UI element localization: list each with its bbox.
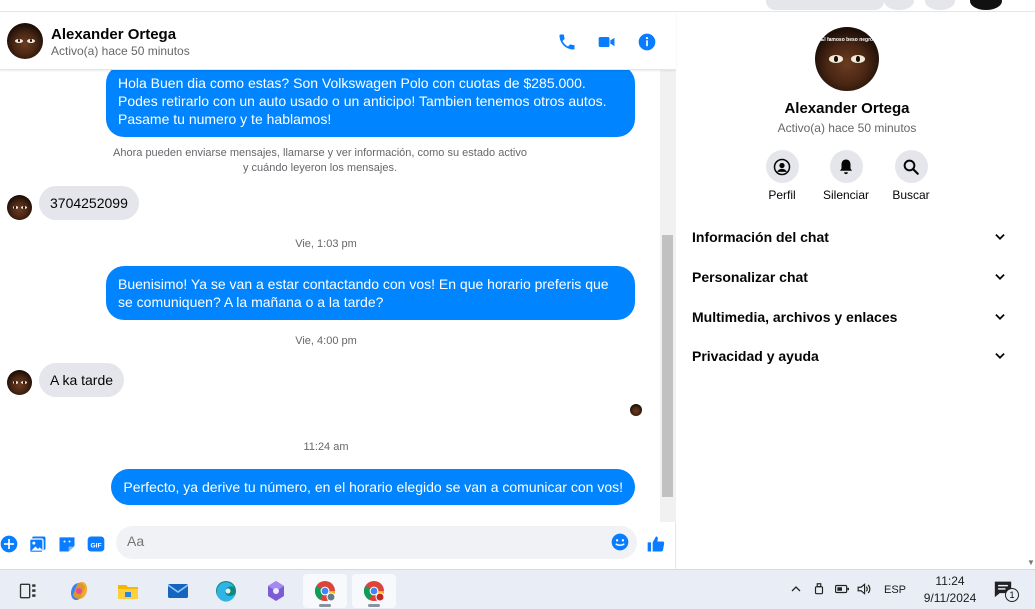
profile-action[interactable]: Perfil — [752, 150, 812, 202]
contact-avatar[interactable] — [7, 23, 43, 59]
search-bar-edge[interactable] — [766, 0, 884, 10]
mute-label: Silenciar — [822, 188, 870, 202]
chrome-profile-1-icon[interactable] — [303, 574, 347, 608]
section-privacy-help[interactable]: Privacidad y ayuda — [692, 345, 1007, 367]
video-call-icon[interactable] — [597, 32, 617, 52]
notification-center-icon[interactable]: 1 — [993, 580, 1019, 602]
chevron-down-icon — [993, 230, 1007, 249]
volume-icon[interactable] — [856, 582, 872, 599]
section-chat-info[interactable]: Información del chat — [692, 226, 1007, 248]
outgoing-message[interactable]: Buenisimo! Ya se van a estar contactando… — [106, 266, 635, 320]
chrome-profile-2-icon[interactable] — [352, 574, 396, 608]
show-hidden-icons-chevron-icon[interactable] — [790, 582, 802, 598]
chevron-down-icon — [993, 349, 1007, 368]
teams-app-icon[interactable] — [254, 574, 298, 608]
search-action[interactable]: Buscar — [881, 150, 941, 202]
timestamp: Vie, 1:03 pm — [295, 238, 357, 250]
section-title: Privacidad y ayuda — [692, 348, 819, 364]
timestamp: 11:24 am — [303, 441, 349, 453]
messenger-button-edge[interactable] — [925, 0, 955, 10]
message-input[interactable] — [127, 533, 597, 549]
scroll-down-arrow-icon[interactable]: ▼ — [1027, 558, 1035, 567]
search-label: Buscar — [892, 188, 930, 202]
contact-avatar-small[interactable] — [7, 370, 32, 395]
profile-icon[interactable] — [765, 150, 799, 183]
chevron-down-icon — [993, 270, 1007, 289]
chat-panel: Alexander Ortega Activo(a) hace 50 minut… — [0, 12, 676, 569]
message-input-box[interactable] — [116, 526, 637, 559]
outgoing-message[interactable]: Perfecto, ya derive tu número, en el hor… — [111, 469, 635, 505]
clock-date: 9/11/2024 — [923, 591, 977, 605]
page-top-strip — [0, 0, 1035, 12]
page-scrollbar[interactable]: ▼ — [1027, 12, 1035, 569]
copilot-icon[interactable] — [57, 574, 101, 608]
system-tray: ESP — [790, 570, 906, 609]
message-list[interactable]: Hola Buen dia como estas? Son Volkswagen… — [0, 70, 660, 522]
profile-label: Perfil — [768, 188, 796, 202]
photo-icon[interactable] — [28, 534, 48, 554]
edge-browser-icon[interactable] — [204, 574, 248, 608]
mute-action[interactable]: Silenciar — [816, 150, 876, 202]
info-contact-status: Activo(a) hace 50 minutos — [777, 121, 917, 135]
section-title: Personalizar chat — [692, 269, 808, 285]
contact-avatar-large[interactable]: El famoso beso negro — [815, 27, 879, 91]
message-scrollbar[interactable] — [660, 70, 676, 522]
contact-status: Activo(a) hace 50 minutos — [51, 44, 190, 58]
language-indicator[interactable]: ESP — [884, 584, 906, 596]
system-notice-line2: y cuándo leyeron los mensajes. — [242, 162, 398, 174]
windows-taskbar: ESP 11:24 9/11/2024 1 — [0, 569, 1035, 609]
clock-time: 11:24 — [935, 574, 965, 588]
scrollbar-thumb[interactable] — [662, 235, 673, 497]
chevron-down-icon — [993, 310, 1007, 329]
phone-icon[interactable] — [557, 32, 577, 52]
chat-header: Alexander Ortega Activo(a) hace 50 minut… — [0, 12, 676, 70]
battery-icon[interactable] — [834, 582, 850, 599]
incoming-message[interactable]: A ka tarde — [39, 363, 125, 397]
menu-button-edge[interactable] — [884, 0, 914, 10]
usb-device-icon[interactable] — [812, 582, 826, 599]
active-app-indicator — [368, 604, 380, 607]
system-clock[interactable]: 11:24 9/11/2024 — [915, 573, 985, 607]
outgoing-message[interactable]: Hola Buen dia como estas? Son Volkswagen… — [106, 70, 635, 137]
notification-badge: 1 — [1005, 588, 1019, 602]
section-title: Multimedia, archivos y enlaces — [692, 309, 898, 325]
search-icon[interactable] — [894, 150, 928, 183]
chat-info-panel: El famoso beso negro Alexander Ortega Ac… — [677, 12, 1027, 569]
active-app-indicator — [319, 604, 331, 607]
info-icon[interactable] — [637, 32, 657, 52]
gif-icon[interactable]: GIF — [86, 534, 106, 554]
system-notice-line1: Ahora pueden enviarse mensajes, llamarse… — [113, 147, 527, 159]
plus-icon[interactable] — [0, 534, 19, 554]
mail-icon[interactable] — [156, 574, 200, 608]
sticker-icon[interactable] — [57, 534, 77, 554]
read-receipt-avatar — [630, 404, 642, 416]
timestamp: Vie, 4:00 pm — [295, 335, 357, 347]
account-avatar-edge[interactable] — [970, 0, 1002, 10]
task-view-icon[interactable] — [6, 574, 50, 608]
svg-text:GIF: GIF — [90, 542, 101, 549]
avatar-caption: El famoso beso negro — [820, 37, 874, 44]
contact-name[interactable]: Alexander Ortega — [51, 26, 176, 43]
composer: GIF — [0, 522, 676, 569]
contact-avatar-small[interactable] — [7, 195, 32, 220]
info-contact-name: Alexander Ortega — [784, 100, 910, 117]
incoming-message[interactable]: 3704252099 — [39, 186, 139, 220]
file-explorer-icon[interactable] — [106, 574, 150, 608]
section-media-files-links[interactable]: Multimedia, archivos y enlaces — [692, 306, 1007, 328]
section-customize-chat[interactable]: Personalizar chat — [692, 266, 1007, 288]
section-title: Información del chat — [692, 229, 829, 245]
emoji-icon[interactable] — [610, 532, 630, 552]
like-icon[interactable] — [646, 534, 666, 554]
bell-icon[interactable] — [829, 150, 863, 183]
